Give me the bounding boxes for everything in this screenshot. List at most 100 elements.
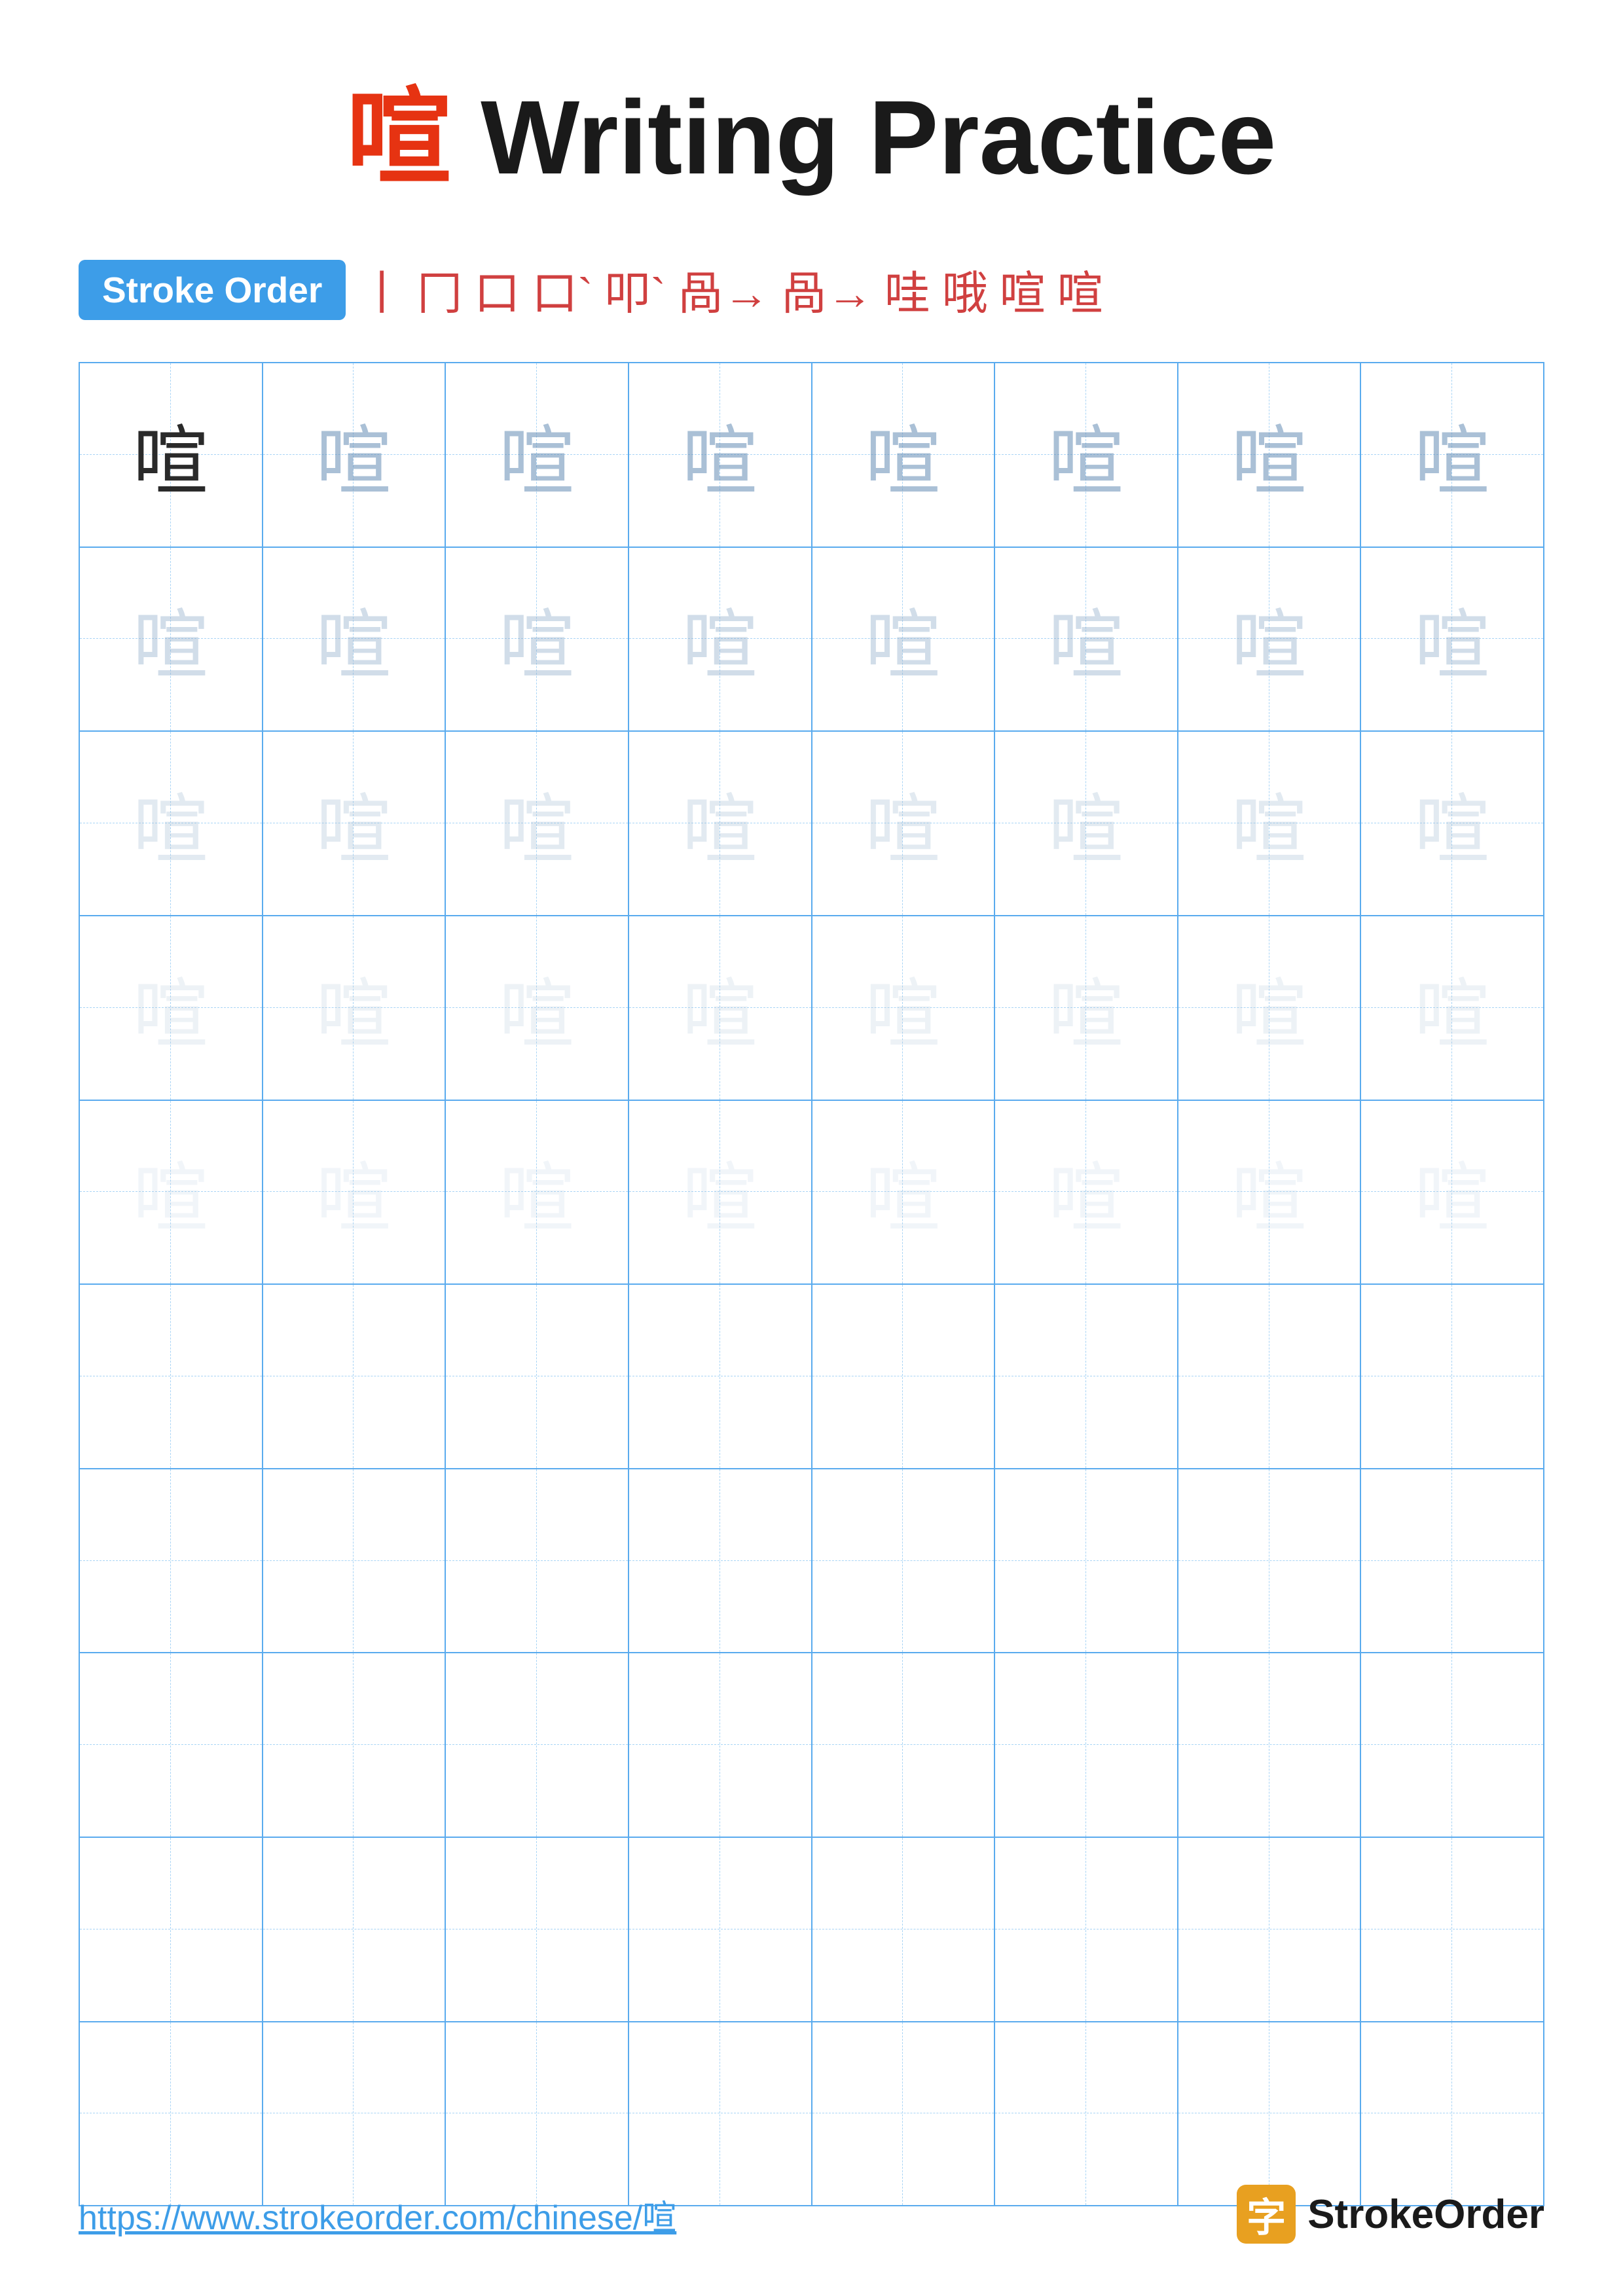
page-container: 喧 Writing Practice Stroke Order 丨 冂 口 口`… xyxy=(0,0,1623,2296)
footer-url[interactable]: https://www.strokeorder.com/chinese/喧 xyxy=(79,2190,676,2239)
grid-cell-2-6[interactable]: 喧 xyxy=(995,548,1178,731)
grid-cell-10-5[interactable] xyxy=(812,2022,996,2206)
grid-cell-5-5[interactable]: 喧 xyxy=(812,1101,996,1284)
grid-cell-7-2[interactable] xyxy=(263,1469,447,1653)
grid-cell-10-4[interactable] xyxy=(629,2022,812,2206)
grid-cell-8-2[interactable] xyxy=(263,1653,447,1837)
grid-cell-9-8[interactable] xyxy=(1361,1838,1543,2021)
grid-cell-8-1[interactable] xyxy=(80,1653,263,1837)
stroke-char-2: 冂 xyxy=(416,257,462,323)
grid-cell-5-8[interactable]: 喧 xyxy=(1361,1101,1543,1284)
grid-cell-1-7[interactable]: 喧 xyxy=(1178,363,1362,547)
grid-cell-7-3[interactable] xyxy=(446,1469,629,1653)
grid-cell-1-5[interactable]: 喧 xyxy=(812,363,996,547)
footer-logo: 字 StrokeOrder xyxy=(1237,2185,1544,2244)
stroke-char-4: 口` xyxy=(532,257,593,323)
grid-cell-5-3[interactable]: 喧 xyxy=(446,1101,629,1284)
cell-char: 喧 xyxy=(1231,769,1307,878)
stroke-char-7: 咼→ xyxy=(781,257,873,323)
grid-cell-8-4[interactable] xyxy=(629,1653,812,1837)
grid-cell-5-7[interactable]: 喧 xyxy=(1178,1101,1362,1284)
cell-char: 喧 xyxy=(682,584,757,693)
grid-cell-2-3[interactable]: 喧 xyxy=(446,548,629,731)
cell-char: 喧 xyxy=(866,584,941,693)
grid-cell-4-8[interactable]: 喧 xyxy=(1361,916,1543,1100)
grid-cell-6-5[interactable] xyxy=(812,1285,996,1468)
stroke-order-chars: 丨 冂 口 口` 叩` 咼→ 咼→ 哇 哦 喧 喧 xyxy=(359,257,1103,323)
grid-cell-3-6[interactable]: 喧 xyxy=(995,732,1178,915)
grid-cell-3-2[interactable]: 喧 xyxy=(263,732,447,915)
grid-cell-2-8[interactable]: 喧 xyxy=(1361,548,1543,731)
grid-cell-1-8[interactable]: 喧 xyxy=(1361,363,1543,547)
grid-cell-7-8[interactable] xyxy=(1361,1469,1543,1653)
grid-cell-1-4[interactable]: 喧 xyxy=(629,363,812,547)
grid-cell-10-7[interactable] xyxy=(1178,2022,1362,2206)
grid-cell-1-1[interactable]: 喧 xyxy=(80,363,263,547)
grid-cell-8-7[interactable] xyxy=(1178,1653,1362,1837)
grid-cell-7-6[interactable] xyxy=(995,1469,1178,1653)
grid-cell-4-2[interactable]: 喧 xyxy=(263,916,447,1100)
grid-cell-7-7[interactable] xyxy=(1178,1469,1362,1653)
title-text: Writing Practice xyxy=(481,79,1276,196)
grid-cell-1-2[interactable]: 喧 xyxy=(263,363,447,547)
grid-cell-9-1[interactable] xyxy=(80,1838,263,2021)
grid-cell-7-5[interactable] xyxy=(812,1469,996,1653)
grid-cell-10-8[interactable] xyxy=(1361,2022,1543,2206)
grid-cell-3-4[interactable]: 喧 xyxy=(629,732,812,915)
grid-cell-2-4[interactable]: 喧 xyxy=(629,548,812,731)
grid-cell-6-8[interactable] xyxy=(1361,1285,1543,1468)
grid-cell-4-5[interactable]: 喧 xyxy=(812,916,996,1100)
cell-char: 喧 xyxy=(866,769,941,878)
cell-char: 喧 xyxy=(1415,769,1490,878)
grid-cell-6-2[interactable] xyxy=(263,1285,447,1468)
grid-cell-9-5[interactable] xyxy=(812,1838,996,2021)
grid-cell-3-3[interactable]: 喧 xyxy=(446,732,629,915)
grid-cell-2-5[interactable]: 喧 xyxy=(812,548,996,731)
cell-char: 喧 xyxy=(316,769,392,878)
grid-cell-5-2[interactable]: 喧 xyxy=(263,1101,447,1284)
grid-cell-6-6[interactable] xyxy=(995,1285,1178,1468)
grid-cell-4-4[interactable]: 喧 xyxy=(629,916,812,1100)
grid-cell-3-1[interactable]: 喧 xyxy=(80,732,263,915)
grid-cell-10-6[interactable] xyxy=(995,2022,1178,2206)
grid-cell-9-2[interactable] xyxy=(263,1838,447,2021)
grid-cell-8-6[interactable] xyxy=(995,1653,1178,1837)
grid-cell-2-1[interactable]: 喧 xyxy=(80,548,263,731)
grid-cell-9-3[interactable] xyxy=(446,1838,629,2021)
cell-char: 喧 xyxy=(133,954,208,1062)
grid-cell-10-1[interactable] xyxy=(80,2022,263,2206)
grid-cell-1-6[interactable]: 喧 xyxy=(995,363,1178,547)
grid-cell-6-1[interactable] xyxy=(80,1285,263,1468)
stroke-order-badge: Stroke Order xyxy=(79,260,346,320)
grid-cell-8-5[interactable] xyxy=(812,1653,996,1837)
stroke-char-10: 喧 xyxy=(1000,257,1046,323)
grid-cell-5-1[interactable]: 喧 xyxy=(80,1101,263,1284)
grid-cell-7-4[interactable] xyxy=(629,1469,812,1653)
cell-char: 喧 xyxy=(500,1138,575,1246)
grid-cell-3-8[interactable]: 喧 xyxy=(1361,732,1543,915)
grid-cell-4-6[interactable]: 喧 xyxy=(995,916,1178,1100)
grid-cell-1-3[interactable]: 喧 xyxy=(446,363,629,547)
grid-cell-4-7[interactable]: 喧 xyxy=(1178,916,1362,1100)
grid-cell-8-3[interactable] xyxy=(446,1653,629,1837)
grid-cell-8-8[interactable] xyxy=(1361,1653,1543,1837)
grid-cell-4-3[interactable]: 喧 xyxy=(446,916,629,1100)
grid-cell-3-7[interactable]: 喧 xyxy=(1178,732,1362,915)
grid-cell-7-1[interactable] xyxy=(80,1469,263,1653)
grid-cell-4-1[interactable]: 喧 xyxy=(80,916,263,1100)
grid-cell-2-7[interactable]: 喧 xyxy=(1178,548,1362,731)
grid-cell-6-4[interactable] xyxy=(629,1285,812,1468)
grid-cell-3-5[interactable]: 喧 xyxy=(812,732,996,915)
grid-cell-9-7[interactable] xyxy=(1178,1838,1362,2021)
grid-cell-10-3[interactable] xyxy=(446,2022,629,2206)
grid-cell-6-3[interactable] xyxy=(446,1285,629,1468)
grid-cell-6-7[interactable] xyxy=(1178,1285,1362,1468)
grid-cell-2-2[interactable]: 喧 xyxy=(263,548,447,731)
grid-cell-5-6[interactable]: 喧 xyxy=(995,1101,1178,1284)
grid-cell-9-6[interactable] xyxy=(995,1838,1178,2021)
cell-char: 喧 xyxy=(316,954,392,1062)
grid-cell-10-2[interactable] xyxy=(263,2022,447,2206)
grid-cell-9-4[interactable] xyxy=(629,1838,812,2021)
cell-char: 喧 xyxy=(1231,401,1307,509)
grid-cell-5-4[interactable]: 喧 xyxy=(629,1101,812,1284)
